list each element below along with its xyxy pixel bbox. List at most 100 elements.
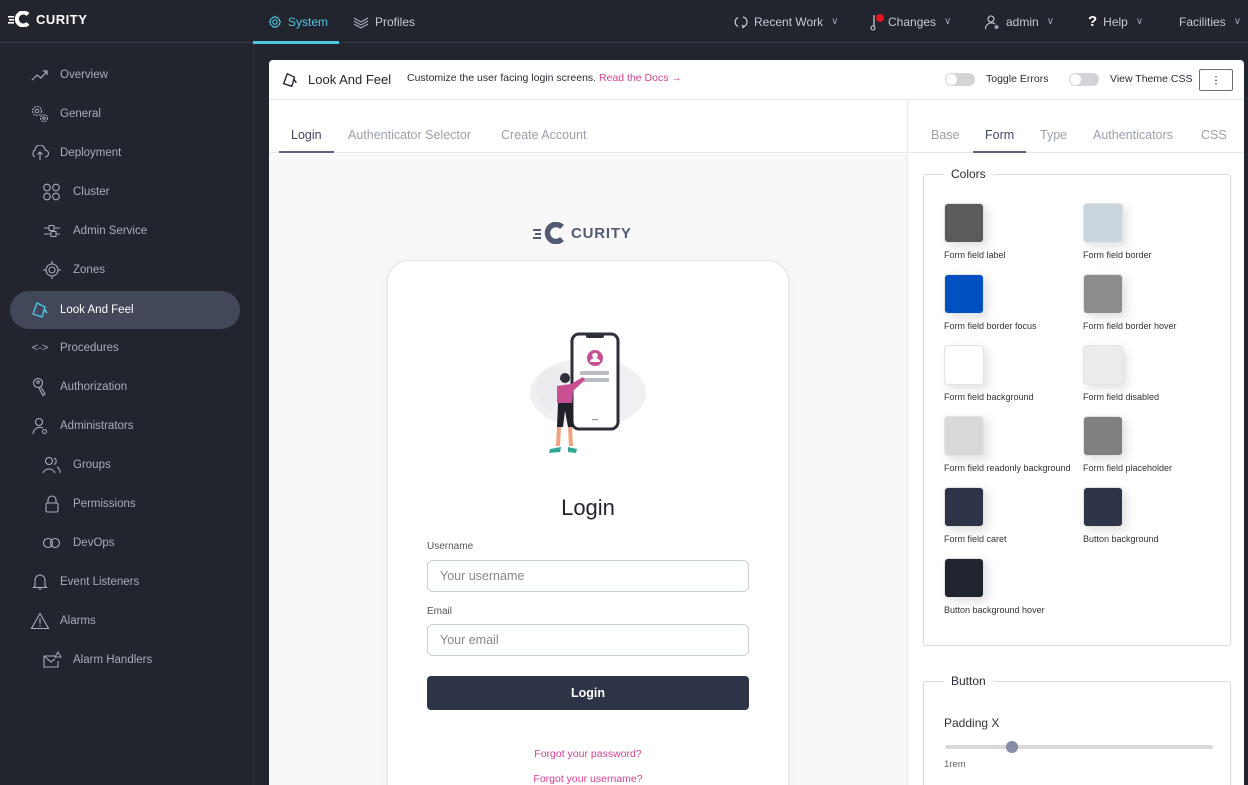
sidebar-item-administrators[interactable]: Administrators xyxy=(10,407,240,445)
sidebar: Overview General Deployment Cluster Admi… xyxy=(0,44,253,785)
lock-icon xyxy=(42,494,62,514)
changes-menu[interactable]: Changes ∨ xyxy=(870,0,951,43)
sidebar-item-look-and-feel[interactable]: Look And Feel xyxy=(10,291,240,329)
infinity-icon xyxy=(42,533,62,553)
sidebar-item-event-listeners[interactable]: Event Listeners xyxy=(10,563,240,601)
tab-base[interactable]: Base xyxy=(931,128,960,142)
color-setting: Button background hover xyxy=(944,558,1074,615)
color-swatch-label: Form field background xyxy=(944,392,1034,402)
login-button[interactable]: Login xyxy=(427,676,749,710)
cluster-icon xyxy=(42,182,62,202)
nav-system[interactable]: System xyxy=(253,0,339,44)
page-title: Look And Feel xyxy=(308,72,392,87)
forgot-password-link[interactable]: Forgot your password? xyxy=(388,748,788,760)
toggle-errors-switch[interactable] xyxy=(945,73,975,86)
chevron-down-icon: ∨ xyxy=(944,16,952,27)
nav-profiles[interactable]: Profiles xyxy=(353,0,415,43)
username-input[interactable]: Your username xyxy=(427,560,749,592)
color-swatch-label: Form field label xyxy=(944,250,1006,260)
color-swatch[interactable] xyxy=(944,274,984,314)
email-input[interactable]: Your email xyxy=(427,624,749,656)
nav-profiles-label: Profiles xyxy=(375,14,416,29)
code-icon: <-> xyxy=(31,342,49,354)
curity-logo-icon xyxy=(533,222,564,244)
forgot-username-link[interactable]: Forgot your username? xyxy=(388,773,788,785)
user-icon xyxy=(984,14,999,29)
tab-form[interactable]: Form xyxy=(972,128,1027,153)
sidebar-item-procedures[interactable]: <-> Procedures xyxy=(10,329,240,367)
padding-x-value: 1rem xyxy=(944,759,966,770)
sidebar-item-authorization[interactable]: Authorization xyxy=(10,368,240,406)
sidebar-item-permissions[interactable]: Permissions xyxy=(10,485,240,523)
sidebar-item-label: Authorization xyxy=(60,381,128,393)
color-setting: Form field background xyxy=(944,345,1074,402)
help-label: Help xyxy=(1103,14,1128,29)
color-swatch[interactable] xyxy=(1083,345,1123,385)
tab-authenticator-selector[interactable]: Authenticator Selector xyxy=(348,128,471,142)
sidebar-item-label: Procedures xyxy=(60,342,119,354)
sidebar-item-label: Cluster xyxy=(73,186,110,198)
sidebar-item-deployment[interactable]: Deployment xyxy=(10,134,240,172)
username-label: Username xyxy=(427,541,474,552)
padding-x-slider-thumb[interactable] xyxy=(1006,741,1018,753)
recent-work-menu[interactable]: Recent Work ∨ xyxy=(734,0,838,43)
login-illustration xyxy=(530,332,646,453)
sidebar-item-cluster[interactable]: Cluster xyxy=(10,173,240,211)
tab-authenticators[interactable]: Authenticators xyxy=(1093,128,1173,142)
look-and-feel-panel: Look And Feel Customize the user facing … xyxy=(269,60,1244,785)
mail-alert-icon xyxy=(42,650,62,670)
padding-x-label: Padding X xyxy=(944,716,1000,730)
page-description: Customize the user facing login screens.… xyxy=(407,72,682,84)
color-swatch[interactable] xyxy=(944,203,984,243)
color-swatch[interactable] xyxy=(1083,203,1123,243)
chevron-down-icon: ∨ xyxy=(1135,16,1144,27)
color-swatch[interactable] xyxy=(1083,487,1123,527)
sidebar-item-alarms[interactable]: Alarms xyxy=(10,602,240,640)
sidebar-item-devops[interactable]: DevOps xyxy=(10,524,240,562)
color-swatch[interactable] xyxy=(944,345,984,385)
sidebar-item-alarm-handlers[interactable]: Alarm Handlers xyxy=(10,641,240,679)
login-preview: CURITY Login Username Your username Emai… xyxy=(269,154,907,785)
sidebar-item-overview[interactable]: Overview xyxy=(10,56,240,94)
form-settings: Colors Form field label Form field border… xyxy=(907,154,1244,785)
curity-logo[interactable]: CURITY xyxy=(8,11,87,27)
color-swatch[interactable] xyxy=(944,487,984,527)
sidebar-item-admin-service[interactable]: Admin Service xyxy=(10,212,240,250)
color-setting: Form field caret xyxy=(944,487,1074,544)
tab-login[interactable]: Login xyxy=(279,128,334,153)
login-title: Login xyxy=(561,495,615,520)
sidebar-divider xyxy=(253,44,254,785)
facilities-menu[interactable]: Facilities ∨ xyxy=(1179,0,1241,43)
color-swatch[interactable] xyxy=(1083,416,1123,456)
chevron-down-icon: ∨ xyxy=(1046,16,1055,27)
sliders-icon xyxy=(42,221,62,241)
sidebar-item-label: Groups xyxy=(73,459,111,471)
color-swatch-label: Form field disabled xyxy=(1083,392,1160,402)
sidebar-item-label: Overview xyxy=(60,69,108,81)
color-swatch[interactable] xyxy=(944,558,984,598)
padding-x-slider[interactable] xyxy=(945,741,1213,753)
more-options-button[interactable] xyxy=(1199,69,1233,91)
tab-type[interactable]: Type xyxy=(1040,128,1067,142)
admin-user-menu[interactable]: admin ∨ xyxy=(984,0,1054,43)
color-setting: Form field border hover xyxy=(1083,274,1213,331)
color-setting: Form field placeholder xyxy=(1083,416,1213,473)
preview-brand-name: CURITY xyxy=(571,224,632,242)
sidebar-item-zones[interactable]: Zones xyxy=(10,251,240,289)
paint-bucket-icon xyxy=(281,71,299,94)
color-swatch[interactable] xyxy=(944,416,984,456)
tab-css[interactable]: CSS xyxy=(1201,128,1227,142)
tab-create-account[interactable]: Create Account xyxy=(501,128,586,142)
help-menu[interactable]: ? Help ∨ xyxy=(1088,0,1143,43)
nav-system-label: System xyxy=(288,14,329,29)
changes-label: Changes xyxy=(888,14,937,29)
preview-tabs: Login Authenticator Selector Create Acco… xyxy=(269,100,907,153)
colors-legend: Colors xyxy=(943,167,994,181)
sidebar-item-label: Permissions xyxy=(73,498,136,510)
username-placeholder: Your username xyxy=(440,569,525,583)
sidebar-item-groups[interactable]: Groups xyxy=(10,446,240,484)
color-swatch[interactable] xyxy=(1083,274,1123,314)
read-docs-link[interactable]: Read the Docs → xyxy=(599,72,682,84)
view-theme-css-switch[interactable] xyxy=(1069,73,1099,86)
sidebar-item-general[interactable]: General xyxy=(10,95,240,133)
